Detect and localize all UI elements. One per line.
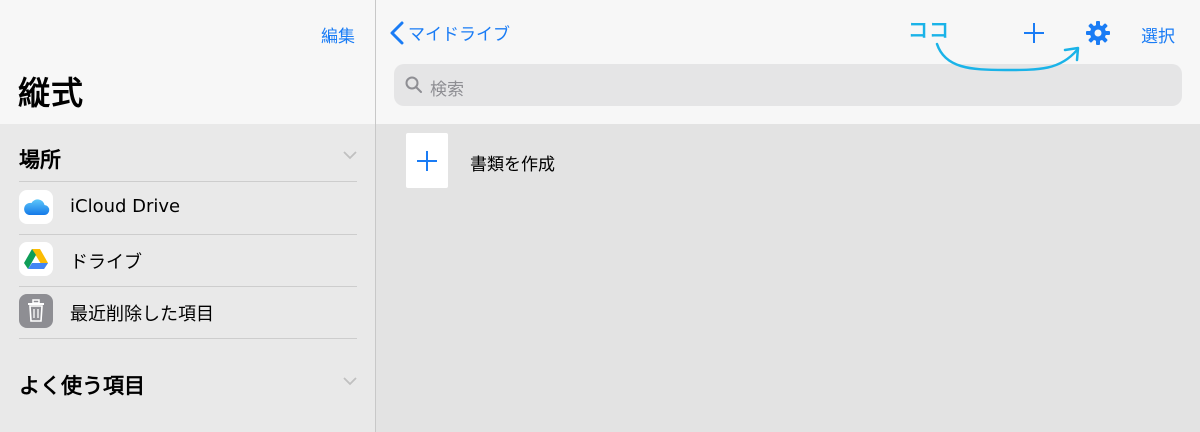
sidebar-item-icloud-drive[interactable]: iCloud Drive — [0, 182, 375, 234]
search-icon — [405, 76, 422, 93]
trash-icon — [19, 294, 53, 328]
icloud-icon — [19, 190, 53, 224]
sidebar-item-recently-deleted[interactable]: 最近削除した項目 — [0, 286, 375, 338]
sidebar-header: 編集 縦式 — [0, 0, 375, 124]
gear-icon[interactable] — [1085, 20, 1111, 46]
sidebar-title: 縦式 — [18, 74, 85, 112]
create-document-label[interactable]: 書類を作成 — [470, 150, 555, 175]
chevron-down-icon — [343, 151, 357, 160]
select-button[interactable]: 選択 — [1141, 22, 1175, 47]
section-title-favorites: よく使う項目 — [19, 374, 145, 398]
plus-icon — [417, 150, 437, 171]
sidebar: 編集 縦式 場所 iCloud Drive ドライブ 最近削除した項目 よく使う… — [0, 0, 375, 432]
sidebar-item-label: iCloud Drive — [70, 196, 181, 217]
google-drive-icon — [19, 242, 53, 276]
sidebar-item-drive[interactable]: ドライブ — [0, 234, 375, 286]
sidebar-item-label: ドライブ — [70, 252, 142, 273]
search-placeholder: 検索 — [430, 80, 464, 100]
annotation-arrow-icon — [935, 42, 1080, 72]
annotation-text: ココ — [908, 18, 950, 42]
back-label: マイドライブ — [408, 25, 510, 45]
create-document-button[interactable] — [406, 133, 448, 188]
section-title-locations: 場所 — [19, 148, 61, 172]
sidebar-item-label: 最近削除した項目 — [70, 304, 214, 325]
edit-button[interactable]: 編集 — [321, 22, 355, 47]
back-button[interactable]: マイドライブ — [390, 20, 510, 45]
chevron-down-icon — [343, 377, 357, 386]
chevron-left-icon — [390, 21, 404, 44]
section-header-locations[interactable]: 場所 — [0, 130, 375, 182]
section-header-favorites[interactable]: よく使う項目 — [0, 356, 375, 408]
divider — [19, 338, 357, 339]
